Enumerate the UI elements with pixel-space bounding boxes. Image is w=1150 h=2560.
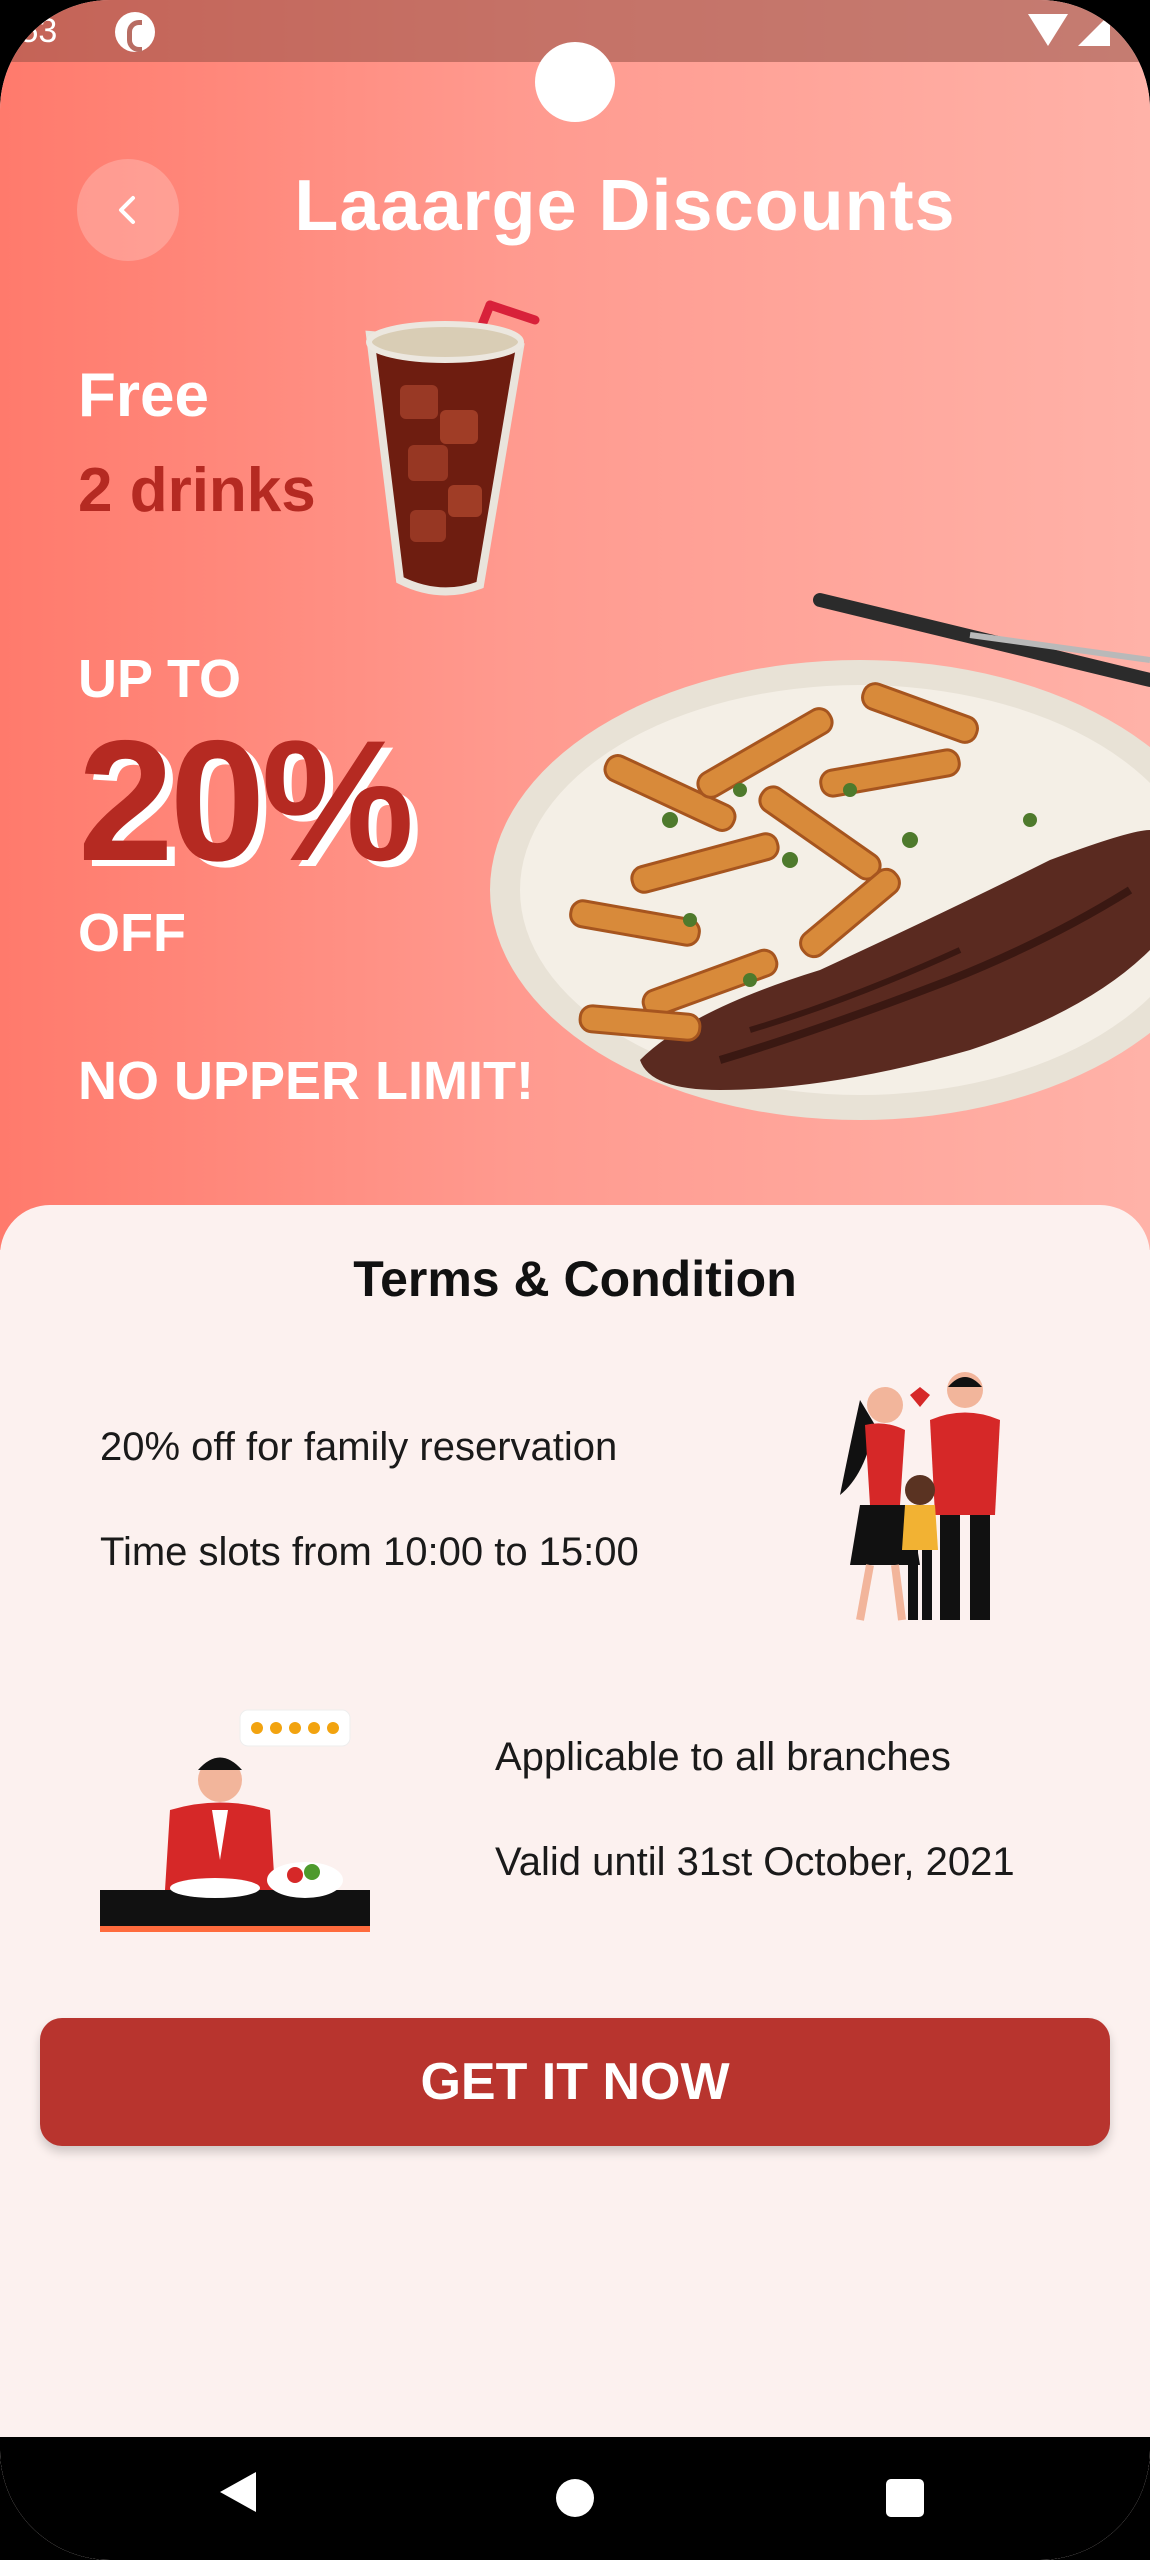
up-to-label: UP TO	[78, 649, 242, 709]
page-title: Laaarge Discounts	[294, 166, 956, 246]
term-valid-until: Valid until 31st October, 2021	[495, 1840, 1015, 1884]
system-nav-bar	[0, 2437, 1150, 2560]
term-all-branches: Applicable to all branches	[495, 1735, 951, 1779]
steak-fries-plate-image	[490, 593, 1150, 1120]
app-screen: :53 Laaarge Discounts Free 2 drinks UP T…	[0, 0, 1150, 2560]
nav-recents-icon[interactable]	[886, 2479, 924, 2517]
camera-cutout	[535, 42, 615, 122]
nav-back-icon[interactable]	[218, 2470, 258, 2514]
diner-review-illustration	[100, 1709, 370, 1932]
soda-glass-image	[365, 300, 540, 596]
no-upper-limit-label: NO UPPER LIMIT!	[78, 1051, 534, 1111]
drinks-label: 2 drinks	[78, 456, 316, 525]
promo-hero: :53 Laaarge Discounts Free 2 drinks UP T…	[0, 0, 1150, 1250]
off-label: OFF	[78, 903, 186, 963]
status-time: :53	[10, 12, 58, 50]
status-icons	[1028, 14, 1110, 46]
family-illustration	[840, 1372, 1000, 1621]
chevron-left-icon	[119, 196, 135, 224]
notification-app-icon	[115, 12, 155, 52]
term-time-slots: Time slots from 10:00 to 15:00	[100, 1530, 639, 1574]
terms-title: Terms & Condition	[353, 1251, 797, 1307]
nav-home-icon[interactable]	[556, 2479, 594, 2517]
back-button[interactable]	[77, 159, 179, 261]
get-it-now-button[interactable]: GET IT NOW	[40, 2018, 1110, 2146]
signal-icon	[1078, 14, 1110, 46]
wifi-icon	[1028, 14, 1068, 46]
free-label: Free	[78, 361, 209, 430]
term-family-reservation: 20% off for family reservation	[100, 1425, 618, 1469]
discount-percent: 20%	[78, 705, 414, 897]
